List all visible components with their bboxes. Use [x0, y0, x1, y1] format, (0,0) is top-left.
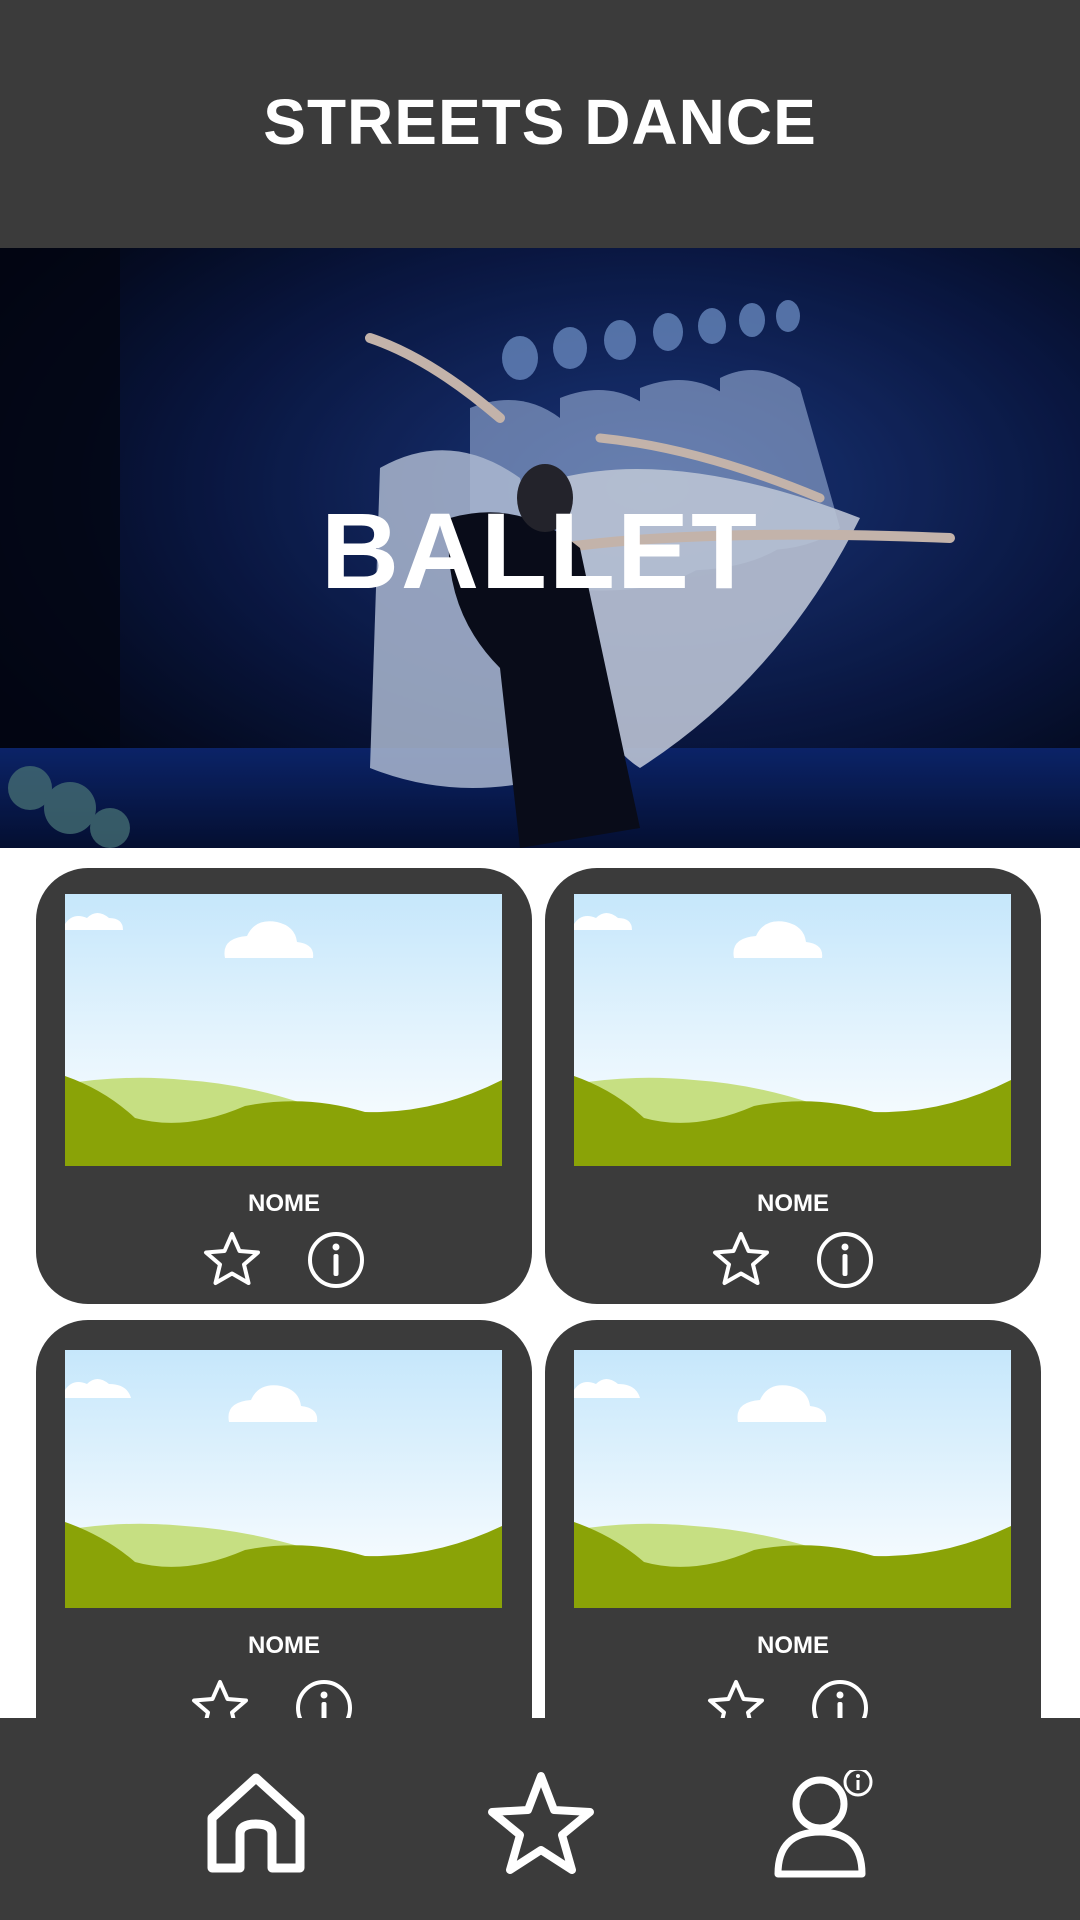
hero-title: BALLET	[321, 490, 759, 611]
info-icon[interactable]	[810, 1678, 870, 1718]
hero-banner[interactable]: BALLET	[0, 248, 1080, 848]
info-icon[interactable]	[815, 1230, 875, 1290]
dance-card[interactable]: NOME	[545, 1320, 1041, 1718]
dance-card[interactable]: NOME	[36, 1320, 532, 1718]
bottom-navigation	[0, 1718, 1080, 1920]
info-icon[interactable]	[294, 1678, 354, 1718]
info-icon[interactable]	[306, 1230, 366, 1290]
dance-card[interactable]: NOME	[545, 868, 1041, 1304]
star-icon[interactable]	[711, 1230, 771, 1290]
home-icon[interactable]	[202, 1770, 310, 1878]
star-icon[interactable]	[202, 1230, 262, 1290]
user-info-icon[interactable]	[772, 1770, 896, 1878]
image-placeholder	[574, 1350, 1011, 1608]
card-name: NOME	[248, 1190, 320, 1217]
image-placeholder	[574, 894, 1011, 1166]
star-icon[interactable]	[190, 1678, 250, 1718]
star-icon[interactable]	[706, 1678, 766, 1718]
app-title: STREETS DANCE	[263, 86, 817, 158]
card-name: NOME	[757, 1190, 829, 1217]
dance-card[interactable]: NOME	[36, 868, 532, 1304]
app-header: STREETS DANCE	[0, 0, 1080, 248]
star-icon[interactable]	[487, 1770, 595, 1878]
card-name: NOME	[757, 1632, 829, 1659]
image-placeholder	[65, 894, 502, 1166]
image-placeholder	[65, 1350, 502, 1608]
card-name: NOME	[248, 1632, 320, 1659]
card-grid: NOME NOME NOME NOME	[0, 848, 1080, 1718]
